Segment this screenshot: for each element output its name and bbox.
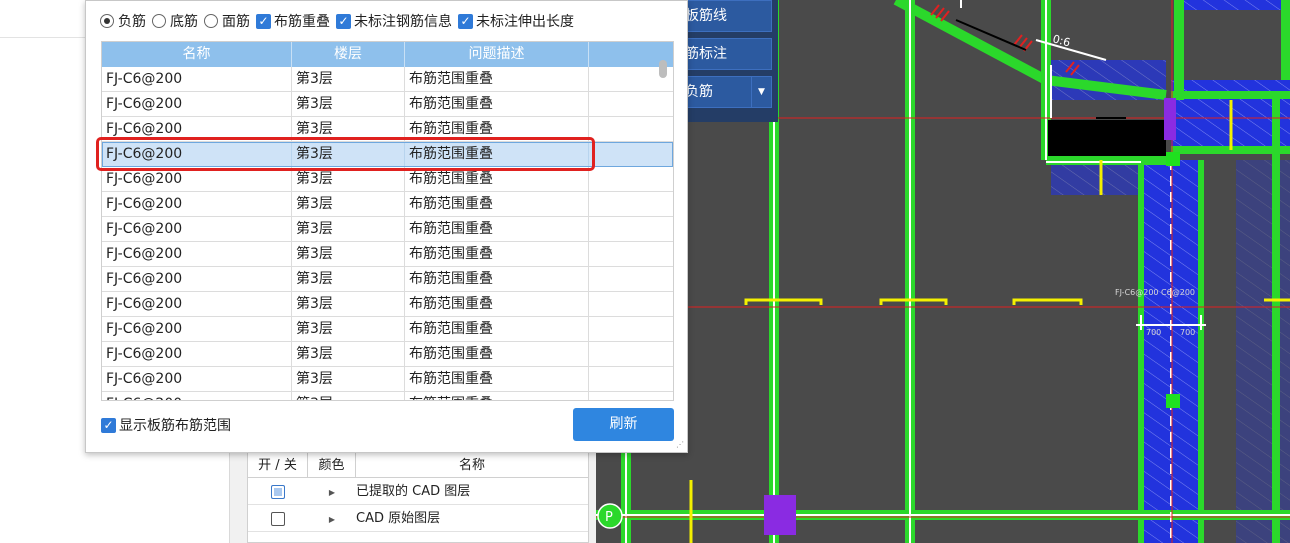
scrollbar-thumb[interactable] [659,60,667,78]
checkmark-icon[interactable]: ✓ [336,13,351,29]
issue-table-body: FJ-C6@200 第3层 布筋范围重叠 FJ-C6@200 第3层 布筋范围重叠 FJ-C… [102,67,673,400]
checkmark-icon[interactable]: ✓ [458,13,473,29]
layer-toggle-checkbox[interactable] [271,484,285,499]
option-label: 显示板筋布筋范围 [119,418,231,434]
table-row[interactable]: FJ-C6@200第3层布筋范围重叠 [102,67,673,92]
divider [0,37,85,38]
option-label: 面筋 [222,14,250,30]
layer-name: 已提取的 CAD 图层 [356,484,471,499]
toolbar-button-label: 筋标注 [685,46,727,62]
checkbox-show-range[interactable]: ✓ 显示板筋布筋范围 [101,415,231,435]
radio-negative-rebar[interactable]: 负筋 [100,11,146,31]
column-header: 名称 [458,458,485,473]
cell-floor: 第3层 [292,392,405,400]
layer-toggle-checkbox[interactable] [271,511,285,526]
cell-name: FJ-C6@200 [102,92,292,116]
cell-floor: 第3层 [292,242,405,266]
cell-floor: 第3层 [292,317,405,341]
cell-name: FJ-C6@200 [102,67,292,91]
table-row[interactable]: FJ-C6@200第3层布筋范围重叠 [102,192,673,217]
checkmark-icon[interactable]: ✓ [256,13,271,29]
filter-options: 负筋 底筋 面筋 ✓ 布筋重叠 ✓ 未标注钢筋信息 ✓ 未标注伸出长度 [100,10,580,32]
radio-button[interactable] [100,14,114,28]
table-row[interactable]: FJ-C6@200第3层布筋范围重叠 [102,342,673,367]
layer-row[interactable]: ▶ CAD 原始图层 [248,505,588,532]
column-header: 颜色 [308,453,356,477]
chevron-down-icon[interactable]: ▼ [751,77,771,107]
resize-grip-icon[interactable]: ⋰ [676,441,684,449]
radio-top-rebar[interactable]: 面筋 [204,11,250,31]
checkbox-unlabeled-length[interactable]: ✓ 未标注伸出长度 [458,11,574,31]
cell-name: FJ-C6@200 [102,292,292,316]
cad-label: 700 [1146,328,1161,337]
cell-description: 布筋范围重叠 [405,242,589,266]
cell-name: FJ-C6@200 [102,317,292,341]
layer-table-header: 开 / 关 颜色 名称 [248,453,588,478]
cell-description: 布筋范围重叠 [405,292,589,316]
expand-triangle-icon[interactable]: ▶ [329,488,335,497]
column-header-description[interactable]: 问题描述 [405,42,589,67]
toolbar-button-label: 板筋线 [685,8,727,24]
table-row[interactable]: FJ-C6@200第3层布筋范围重叠 [102,217,673,242]
radio-button[interactable] [152,14,166,28]
cell-name: FJ-C6@200 [102,242,292,266]
rebar-check-dialog: 负筋 底筋 面筋 ✓ 布筋重叠 ✓ 未标注钢筋信息 ✓ 未标注伸出长度 名称 楼… [85,0,688,453]
table-row[interactable]: FJ-C6@200第3层布筋范围重叠 [102,242,673,267]
column-header-name[interactable]: 名称 [102,42,292,67]
table-row[interactable]: FJ-C6@200第3层布筋范围重叠 [102,267,673,292]
table-row[interactable]: FJ-C6@200第3层布筋范围重叠 [102,317,673,342]
cell-name: FJ-C6@200 [102,367,292,391]
cad-label: FJ-C6@200 C6@200 [1115,288,1195,297]
selection-highlight-box [96,137,595,171]
cell-name: FJ-C6@200 [102,267,292,291]
cell-floor: 第3层 [292,67,405,91]
table-row[interactable]: FJ-C6@200第3层布筋范围重叠 [102,367,673,392]
option-label: 布筋重叠 [274,14,330,30]
column-header-floor[interactable]: 楼层 [292,42,405,67]
cell-floor: 第3层 [292,217,405,241]
axis-label: P [605,510,613,525]
option-label: 未标注伸出长度 [476,14,574,30]
cell-floor: 第3层 [292,267,405,291]
table-row[interactable]: FJ-C6@200第3层布筋范围重叠 [102,92,673,117]
cell-description: 布筋范围重叠 [405,192,589,216]
checkbox-unlabeled-info[interactable]: ✓ 未标注钢筋信息 [336,11,452,31]
table-row[interactable]: FJ-C6@200第3层布筋范围重叠 [102,392,673,400]
cell-floor: 第3层 [292,92,405,116]
layer-panel: 开 / 关 颜色 名称 ▶ 已提取的 CAD 图层 ▶ CAD 原始图层 [247,452,589,543]
radio-bottom-rebar[interactable]: 底筋 [152,11,198,31]
option-label: 底筋 [170,14,198,30]
cell-description: 布筋范围重叠 [405,267,589,291]
checkmark-icon[interactable]: ✓ [101,417,116,433]
radio-button[interactable] [204,14,218,28]
column-header: 开 / 关 [248,453,308,477]
issue-table: 名称 楼层 问题描述 FJ-C6@200 第3层 布筋范围重叠 FJ-C6@200 第3… [101,41,674,401]
cell-description: 布筋范围重叠 [405,217,589,241]
cad-label: 700 [1180,328,1195,337]
cell-description: 布筋范围重叠 [405,342,589,366]
table-row[interactable]: FJ-C6@200第3层布筋范围重叠 [102,292,673,317]
cell-name: FJ-C6@200 [102,217,292,241]
issue-table-header: 名称 楼层 问题描述 [102,42,673,67]
cell-floor: 第3层 [292,342,405,366]
expand-triangle-icon[interactable]: ▶ [329,515,335,524]
cell-description: 布筋范围重叠 [405,317,589,341]
cell-floor: 第3层 [292,292,405,316]
toolbar-button-label: 负筋 [685,84,713,100]
refresh-button[interactable]: 刷新 [573,408,674,441]
cell-name: FJ-C6@200 [102,192,292,216]
cell-description: 布筋范围重叠 [405,392,589,400]
checkbox-overlap[interactable]: ✓ 布筋重叠 [256,11,330,31]
cell-name: FJ-C6@200 [102,342,292,366]
cell-floor: 第3层 [292,367,405,391]
cell-name: FJ-C6@200 [102,392,292,400]
layer-name: CAD 原始图层 [356,511,441,526]
cell-floor: 第3层 [292,192,405,216]
option-label: 未标注钢筋信息 [354,14,452,30]
cell-description: 布筋范围重叠 [405,92,589,116]
option-label: 负筋 [118,14,146,30]
cell-description: 布筋范围重叠 [405,67,589,91]
layer-row[interactable]: ▶ 已提取的 CAD 图层 [248,478,588,505]
cell-description: 布筋范围重叠 [405,367,589,391]
